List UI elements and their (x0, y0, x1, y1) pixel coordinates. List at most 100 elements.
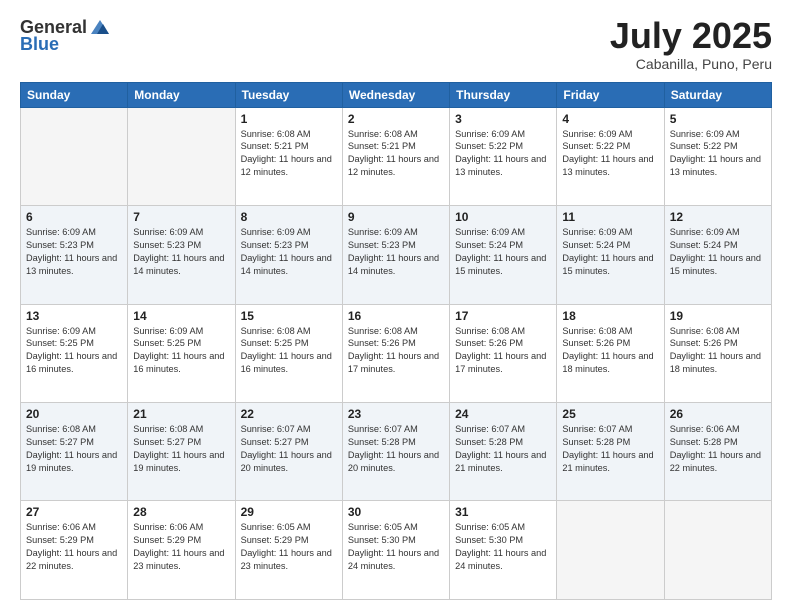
calendar-cell: 27 Sunrise: 6:06 AM Sunset: 5:29 PM Dayli… (21, 501, 128, 600)
calendar-cell: 25Sunrise: 6:07 AM Sunset: 5:28 PM Dayli… (557, 403, 664, 501)
calendar-cell: 30 Sunrise: 6:05 AM Sunset: 5:30 PM Dayli… (342, 501, 449, 600)
day-number: 4 (562, 112, 658, 126)
day-number: 11 (562, 210, 658, 224)
logo-icon (89, 16, 111, 38)
calendar-header-friday: Friday (557, 82, 664, 107)
calendar-week-1: 1Sunrise: 6:08 AM Sunset: 5:21 PM Daylig… (21, 107, 772, 205)
day-number: 15 (241, 309, 337, 323)
calendar-cell: 15 Sunrise: 6:08 AM Sunset: 5:25 PM Dayli… (235, 304, 342, 402)
day-info: Sunrise: 6:08 AM Sunset: 5:25 PM Dayligh… (241, 325, 337, 377)
header: General Blue July 2025 Cabanilla, Puno, … (20, 16, 772, 72)
day-number: 16 (348, 309, 444, 323)
day-number: 27 (26, 505, 122, 519)
calendar-cell: 26 Sunrise: 6:06 AM Sunset: 5:28 PM Dayli… (664, 403, 771, 501)
day-number: 13 (26, 309, 122, 323)
calendar-cell: 13 Sunrise: 6:09 AM Sunset: 5:25 PM Dayli… (21, 304, 128, 402)
calendar-cell: 21 Sunrise: 6:08 AM Sunset: 5:27 PM Dayli… (128, 403, 235, 501)
day-info: Sunrise: 6:08 AM Sunset: 5:27 PM Dayligh… (133, 423, 229, 475)
calendar-cell: 4Sunrise: 6:09 AM Sunset: 5:22 PM Daylig… (557, 107, 664, 205)
calendar-week-3: 13 Sunrise: 6:09 AM Sunset: 5:25 PM Dayli… (21, 304, 772, 402)
day-info: Sunrise: 6:09 AM Sunset: 5:23 PM Dayligh… (26, 226, 122, 278)
calendar-cell: 11 Sunrise: 6:09 AM Sunset: 5:24 PM Dayli… (557, 206, 664, 304)
day-number: 20 (26, 407, 122, 421)
day-info: Sunrise: 6:08 AM Sunset: 5:27 PM Dayligh… (26, 423, 122, 475)
calendar-cell: 23 Sunrise: 6:07 AM Sunset: 5:28 PM Dayli… (342, 403, 449, 501)
calendar-cell: 8 Sunrise: 6:09 AM Sunset: 5:23 PM Daylig… (235, 206, 342, 304)
calendar-cell (128, 107, 235, 205)
day-info: Sunrise: 6:07 AM Sunset: 5:27 PM Dayligh… (241, 423, 337, 475)
day-info: Sunrise: 6:09 AM Sunset: 5:24 PM Dayligh… (670, 226, 766, 278)
day-number: 25 (562, 407, 658, 421)
calendar-cell: 9Sunrise: 6:09 AM Sunset: 5:23 PM Daylig… (342, 206, 449, 304)
calendar-week-2: 6 Sunrise: 6:09 AM Sunset: 5:23 PM Daylig… (21, 206, 772, 304)
day-number: 23 (348, 407, 444, 421)
calendar-table: SundayMondayTuesdayWednesdayThursdayFrid… (20, 82, 772, 600)
day-info: Sunrise: 6:05 AM Sunset: 5:30 PM Dayligh… (455, 521, 551, 573)
day-info: Sunrise: 6:05 AM Sunset: 5:30 PM Dayligh… (348, 521, 444, 573)
day-info: Sunrise: 6:07 AM Sunset: 5:28 PM Dayligh… (455, 423, 551, 475)
calendar-cell: 10Sunrise: 6:09 AM Sunset: 5:24 PM Dayli… (450, 206, 557, 304)
day-number: 3 (455, 112, 551, 126)
calendar-cell: 29Sunrise: 6:05 AM Sunset: 5:29 PM Dayli… (235, 501, 342, 600)
calendar-cell: 3Sunrise: 6:09 AM Sunset: 5:22 PM Daylig… (450, 107, 557, 205)
day-info: Sunrise: 6:08 AM Sunset: 5:26 PM Dayligh… (455, 325, 551, 377)
calendar-cell (21, 107, 128, 205)
calendar-cell: 12 Sunrise: 6:09 AM Sunset: 5:24 PM Dayli… (664, 206, 771, 304)
location: Cabanilla, Puno, Peru (610, 56, 772, 72)
calendar-header-monday: Monday (128, 82, 235, 107)
day-number: 24 (455, 407, 551, 421)
calendar-cell: 24 Sunrise: 6:07 AM Sunset: 5:28 PM Dayli… (450, 403, 557, 501)
calendar-header-sunday: Sunday (21, 82, 128, 107)
calendar-cell: 6 Sunrise: 6:09 AM Sunset: 5:23 PM Daylig… (21, 206, 128, 304)
calendar-week-5: 27 Sunrise: 6:06 AM Sunset: 5:29 PM Dayli… (21, 501, 772, 600)
day-number: 2 (348, 112, 444, 126)
page: General Blue July 2025 Cabanilla, Puno, … (0, 0, 792, 612)
calendar-cell: 20 Sunrise: 6:08 AM Sunset: 5:27 PM Dayli… (21, 403, 128, 501)
calendar-cell: 18Sunrise: 6:08 AM Sunset: 5:26 PM Dayli… (557, 304, 664, 402)
day-number: 21 (133, 407, 229, 421)
day-info: Sunrise: 6:08 AM Sunset: 5:26 PM Dayligh… (348, 325, 444, 377)
day-info: Sunrise: 6:09 AM Sunset: 5:22 PM Dayligh… (670, 128, 766, 180)
day-number: 31 (455, 505, 551, 519)
day-number: 18 (562, 309, 658, 323)
day-number: 5 (670, 112, 766, 126)
day-info: Sunrise: 6:09 AM Sunset: 5:25 PM Dayligh… (26, 325, 122, 377)
calendar-cell: 16 Sunrise: 6:08 AM Sunset: 5:26 PM Dayli… (342, 304, 449, 402)
day-info: Sunrise: 6:07 AM Sunset: 5:28 PM Dayligh… (348, 423, 444, 475)
calendar-header-saturday: Saturday (664, 82, 771, 107)
day-number: 8 (241, 210, 337, 224)
day-info: Sunrise: 6:09 AM Sunset: 5:25 PM Dayligh… (133, 325, 229, 377)
day-number: 12 (670, 210, 766, 224)
day-info: Sunrise: 6:08 AM Sunset: 5:26 PM Dayligh… (670, 325, 766, 377)
day-info: Sunrise: 6:06 AM Sunset: 5:29 PM Dayligh… (133, 521, 229, 573)
calendar-header-thursday: Thursday (450, 82, 557, 107)
day-number: 26 (670, 407, 766, 421)
day-number: 9 (348, 210, 444, 224)
calendar-cell: 5 Sunrise: 6:09 AM Sunset: 5:22 PM Daylig… (664, 107, 771, 205)
calendar-header-row: SundayMondayTuesdayWednesdayThursdayFrid… (21, 82, 772, 107)
day-number: 29 (241, 505, 337, 519)
calendar-header-wednesday: Wednesday (342, 82, 449, 107)
calendar-cell: 7Sunrise: 6:09 AM Sunset: 5:23 PM Daylig… (128, 206, 235, 304)
day-number: 30 (348, 505, 444, 519)
calendar-cell (664, 501, 771, 600)
calendar-header-tuesday: Tuesday (235, 82, 342, 107)
day-number: 28 (133, 505, 229, 519)
calendar-cell (557, 501, 664, 600)
day-info: Sunrise: 6:09 AM Sunset: 5:24 PM Dayligh… (562, 226, 658, 278)
calendar-cell: 28 Sunrise: 6:06 AM Sunset: 5:29 PM Dayli… (128, 501, 235, 600)
day-info: Sunrise: 6:06 AM Sunset: 5:28 PM Dayligh… (670, 423, 766, 475)
calendar-cell: 19 Sunrise: 6:08 AM Sunset: 5:26 PM Dayli… (664, 304, 771, 402)
day-info: Sunrise: 6:09 AM Sunset: 5:23 PM Dayligh… (133, 226, 229, 278)
day-number: 6 (26, 210, 122, 224)
calendar-cell: 14Sunrise: 6:09 AM Sunset: 5:25 PM Dayli… (128, 304, 235, 402)
calendar-cell: 22Sunrise: 6:07 AM Sunset: 5:27 PM Dayli… (235, 403, 342, 501)
calendar-cell: 2Sunrise: 6:08 AM Sunset: 5:21 PM Daylig… (342, 107, 449, 205)
day-info: Sunrise: 6:09 AM Sunset: 5:23 PM Dayligh… (241, 226, 337, 278)
calendar-cell: 31 Sunrise: 6:05 AM Sunset: 5:30 PM Dayli… (450, 501, 557, 600)
day-info: Sunrise: 6:06 AM Sunset: 5:29 PM Dayligh… (26, 521, 122, 573)
logo-blue: Blue (20, 34, 59, 55)
day-info: Sunrise: 6:09 AM Sunset: 5:24 PM Dayligh… (455, 226, 551, 278)
day-number: 19 (670, 309, 766, 323)
calendar-cell: 1Sunrise: 6:08 AM Sunset: 5:21 PM Daylig… (235, 107, 342, 205)
